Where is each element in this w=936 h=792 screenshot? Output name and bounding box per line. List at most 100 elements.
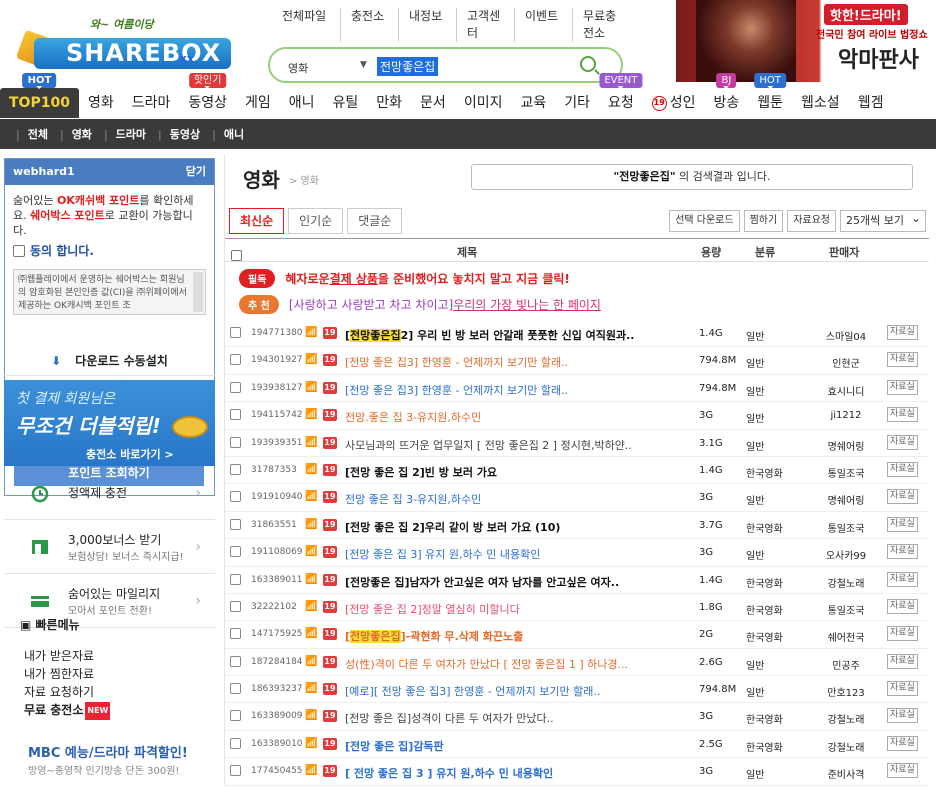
quick-item[interactable]: 내가 받은자료 xyxy=(4,647,215,665)
file-title[interactable]: [ 전망 좋은 집 3 ] 유지 원,하수 민 내용확인 xyxy=(345,765,665,781)
charge-row[interactable]: 정액제 충전 › xyxy=(4,466,215,520)
file-title[interactable]: [전망 좋은 집 2]정말 열심히 미할니다 xyxy=(345,601,665,617)
gnb-item[interactable]: HOT 웹툰 xyxy=(748,73,792,118)
request-button[interactable]: 자료요청 xyxy=(787,210,836,232)
row-checkbox[interactable] xyxy=(230,573,241,585)
top-link[interactable]: 이벤트 xyxy=(514,8,572,42)
gnb-item[interactable]: 게임 xyxy=(236,88,280,118)
seller-name[interactable]: 오사카99 xyxy=(815,547,877,562)
row-checkbox[interactable] xyxy=(230,737,241,749)
terms-text[interactable]: ㈜웹플레이에서 운영하는 쉐어박스는 회원님의 암호화된 본인인증 값(CI)을… xyxy=(13,269,206,315)
row-checkbox[interactable] xyxy=(230,710,241,722)
seller-name[interactable]: 효시니디 xyxy=(815,383,877,398)
search-category-select[interactable]: 영화 xyxy=(288,60,308,76)
gnb-item[interactable]: 교육 xyxy=(511,88,555,118)
file-title[interactable]: [전망 좋은 집]감독판 xyxy=(345,738,665,754)
detail-button[interactable]: 자료실 xyxy=(887,407,918,423)
file-title[interactable]: [전망 좋은 집 2]빈 방 보러 가요 xyxy=(345,464,665,480)
bookmark-button[interactable]: 찜하기 xyxy=(743,210,784,232)
row-checkbox[interactable] xyxy=(230,354,241,366)
row-checkbox[interactable] xyxy=(230,518,241,530)
table-row[interactable]: 31787353 📶 19 [전망 좋은 집 2]빈 방 보러 가요 1.4G 한국영화 통… xyxy=(225,457,929,485)
top-link[interactable]: 고객센터 xyxy=(456,8,514,42)
search-icon[interactable] xyxy=(580,56,596,72)
table-row[interactable]: 186393237 📶 19 [예로][ 전망 좋은 집3] 한영훈 - 언제까지 보… xyxy=(225,676,929,704)
file-title[interactable]: [전망좋은집2] 우리 빈 방 보러 안갈래 풋풋한 신입 여직원과.. xyxy=(345,327,665,343)
subnav-item[interactable]: 드라마 xyxy=(104,126,146,142)
seller-name[interactable]: 민공주 xyxy=(815,657,877,672)
gnb-item[interactable]: 애니 xyxy=(280,88,324,118)
seller-name[interactable]: 만호123 xyxy=(815,684,877,699)
subnav-item[interactable]: 동영상 xyxy=(158,126,200,142)
file-title[interactable]: [전망 좋은 집]성격이 다른 두 여자가 만났다.. xyxy=(345,710,665,726)
gnb-item[interactable]: 핫인기 동영상 xyxy=(179,73,236,118)
file-title[interactable]: [예로][ 전망 좋은 집3] 한영훈 - 언제까지 보기만 할래.. xyxy=(345,683,665,699)
seller-name[interactable]: 인현군 xyxy=(815,355,877,370)
bonus-row[interactable]: 3,000보너스 받기 보험상담! 보너스 즉시지급! › xyxy=(4,520,215,574)
detail-button[interactable]: 자료실 xyxy=(887,516,918,532)
detail-button[interactable]: 자료실 xyxy=(887,598,918,614)
quick-item[interactable]: 내가 찜한자료 xyxy=(4,665,215,683)
detail-button[interactable]: 자료실 xyxy=(887,352,918,368)
row-checkbox[interactable] xyxy=(230,628,241,640)
gnb-item[interactable]: 웹겜 xyxy=(849,88,893,118)
logo[interactable]: 와~ 여름이당 SHAREBOX xx xyxy=(14,14,232,74)
file-title[interactable]: [전망좋은 집]남자가 안고싶은 여자 남자를 안고싶은 여자.. xyxy=(345,574,665,590)
file-title[interactable]: [전망 좋은 집 2]우리 같이 방 보러 가요 (10) xyxy=(345,519,665,535)
seller-name[interactable]: 준비사격 xyxy=(815,766,877,781)
file-title[interactable]: [전망좋은집]-곽현화 무.삭제 화끈노출 xyxy=(345,628,665,644)
seller-name[interactable]: ji1212 xyxy=(815,410,877,421)
seller-name[interactable]: 통일조국 xyxy=(815,602,877,617)
top-link[interactable]: 내정보 xyxy=(398,8,456,42)
table-row[interactable]: 147175925 📶 19 [전망좋은집]-곽현화 무.삭제 화끈노출 2G 한국영화 쉐… xyxy=(225,621,929,649)
file-title[interactable]: [전망 좋은 집 3] 유지 원,하수 민 내용확인 xyxy=(345,546,665,562)
detail-button[interactable]: 자료실 xyxy=(887,434,918,450)
table-row[interactable]: 194301927 📶 19 [전망 좋은 집3] 한영훈 - 언제까지 보기만 할래… xyxy=(225,347,929,375)
top-link[interactable]: 충전소 xyxy=(340,8,398,42)
detail-button[interactable]: 자료실 xyxy=(887,325,918,340)
table-row[interactable]: 187284184 📶 19 성(性)격이 다른 두 여자가 만났다 [ 전망 좋은집… xyxy=(225,649,929,677)
subnav-item[interactable]: 전체 xyxy=(16,126,48,142)
row-checkbox[interactable] xyxy=(230,409,241,421)
row-checkbox[interactable] xyxy=(230,546,241,558)
table-row[interactable]: 31863551 📶 19 [전망 좋은 집 2]우리 같이 방 보러 가요 (10)… xyxy=(225,512,929,540)
agree-checkbox[interactable]: 동의 합니다. xyxy=(5,238,214,263)
gnb-item[interactable]: 만화 xyxy=(367,88,411,118)
download-setup-link[interactable]: ⬇ 다운로드 수동설치 xyxy=(4,346,215,376)
table-row[interactable]: 177450455 📶 19 [ 전망 좋은 집 3 ] 유지 원,하수 민 내용확인… xyxy=(225,758,929,786)
detail-button[interactable]: 자료실 xyxy=(887,379,918,395)
table-row[interactable]: 191910940 📶 19 전망 좋은 집 3-유지원,하수민 3G 일반 명쉐어링 자료실 xyxy=(225,484,929,512)
notice-row[interactable]: 필독 혜자로운 결제 상품 을 준비했어요 놓치지 말고 지금 클릭! xyxy=(239,266,919,290)
table-row[interactable]: 163389011 📶 19 [전망좋은 집]남자가 안고싶은 여자 남자를 안고싶은… xyxy=(225,567,929,594)
gnb-item[interactable]: BJ 방송 xyxy=(705,73,749,118)
row-checkbox[interactable] xyxy=(230,381,241,393)
gnb-item[interactable]: 영화 xyxy=(79,88,123,118)
seller-name[interactable]: 강철노래 xyxy=(815,575,877,590)
seller-name[interactable]: 쉐어천국 xyxy=(815,629,877,644)
detail-button[interactable]: 자료실 xyxy=(887,708,918,724)
file-title[interactable]: 사모님과의 뜨거운 업무일지 [ 전망 좋은집 2 ] 정시현,박하얀.. xyxy=(345,437,665,453)
chevron-down-icon[interactable]: ▼ xyxy=(360,60,367,70)
seller-name[interactable]: 통일조국 xyxy=(815,465,877,480)
table-row[interactable]: 163389009 📶 19 [전망 좋은 집]성격이 다른 두 여자가 만났다.. 3… xyxy=(225,703,929,731)
table-row[interactable]: 194115742 📶 19 전망.좋은 집 3-유지원,하수민 3G 일반 ji1212 자… xyxy=(225,402,929,430)
search-input[interactable]: 전망좋은집 xyxy=(377,57,439,76)
notice-row[interactable]: 추 천 [사랑하고 사랑받고 차고 차이고] 우리의 가장 빛나는 한 페이지 xyxy=(239,292,919,316)
select-download-button[interactable]: 선택 다운로드 xyxy=(669,210,740,232)
row-checkbox[interactable] xyxy=(230,765,241,777)
gnb-item[interactable]: 유틸 xyxy=(324,88,368,118)
quick-item[interactable]: 자료 요청하기 xyxy=(4,683,215,701)
detail-button[interactable]: 자료실 xyxy=(887,653,918,669)
row-checkbox[interactable] xyxy=(230,327,241,338)
seller-name[interactable]: 스마일04 xyxy=(815,328,877,343)
row-checkbox[interactable] xyxy=(230,600,241,612)
per-page-select[interactable]: 25개씩 보기 xyxy=(840,208,926,232)
seller-name[interactable]: 강철노래 xyxy=(815,711,877,726)
subnav-item[interactable]: 애니 xyxy=(212,126,244,142)
tab-popular[interactable]: 인기순 xyxy=(288,208,344,234)
top-link[interactable]: 무료충전소 xyxy=(572,8,630,42)
gnb-item[interactable]: 이미지 xyxy=(455,88,512,118)
gnb-item[interactable]: 19 성인 xyxy=(643,88,705,118)
top-link[interactable]: 전체파일 xyxy=(282,8,340,42)
file-title[interactable]: 전망 좋은 집 3-유지원,하수민 xyxy=(345,491,665,507)
